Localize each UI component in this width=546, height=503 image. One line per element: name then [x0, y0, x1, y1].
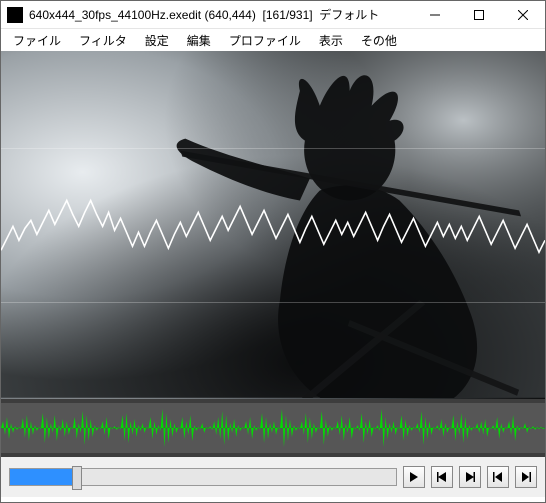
minimize-icon [430, 10, 440, 20]
title-resolution: (640,444) [204, 8, 255, 22]
video-preview[interactable] [1, 51, 545, 399]
menu-filter[interactable]: フィルタ [71, 30, 135, 51]
menu-profile[interactable]: プロファイル [221, 30, 309, 51]
menu-view[interactable]: 表示 [311, 30, 351, 51]
audio-waveform [1, 403, 545, 453]
maximize-button[interactable] [457, 1, 501, 28]
to-start-button[interactable] [487, 466, 509, 488]
maximize-icon [474, 10, 484, 20]
to-end-button[interactable] [515, 466, 537, 488]
menu-edit[interactable]: 編集 [179, 30, 219, 51]
seek-fill [10, 469, 77, 485]
window-controls [413, 1, 545, 28]
step-back-icon [437, 472, 447, 482]
play-icon [409, 472, 419, 482]
to-start-icon [493, 472, 503, 482]
step-forward-button[interactable] [459, 466, 481, 488]
menu-file[interactable]: ファイル [5, 30, 69, 51]
play-button[interactable] [403, 466, 425, 488]
transport-bar [1, 457, 545, 497]
menu-settings[interactable]: 設定 [137, 30, 177, 51]
app-icon [7, 7, 23, 23]
titlebar: 640x444_30fps_44100Hz.exedit (640,444) [… [1, 1, 545, 29]
title-profile: デフォルト [319, 8, 379, 22]
window-title: 640x444_30fps_44100Hz.exedit (640,444) [… [29, 6, 413, 23]
menu-other[interactable]: その他 [353, 30, 405, 51]
step-back-button[interactable] [431, 466, 453, 488]
seek-slider[interactable] [9, 468, 397, 486]
menubar: ファイル フィルタ 設定 編集 プロファイル 表示 その他 [1, 29, 545, 51]
title-filename: 640x444_30fps_44100Hz.exedit [29, 8, 201, 22]
minimize-button[interactable] [413, 1, 457, 28]
title-frame-pos: [161/931] [263, 8, 313, 22]
to-end-icon [521, 472, 531, 482]
step-forward-icon [465, 472, 475, 482]
close-button[interactable] [501, 1, 545, 28]
audio-waveform-strip[interactable] [1, 399, 545, 457]
close-icon [518, 10, 528, 20]
preview-waveform-overlay [1, 51, 545, 398]
seek-thumb[interactable] [72, 466, 82, 490]
